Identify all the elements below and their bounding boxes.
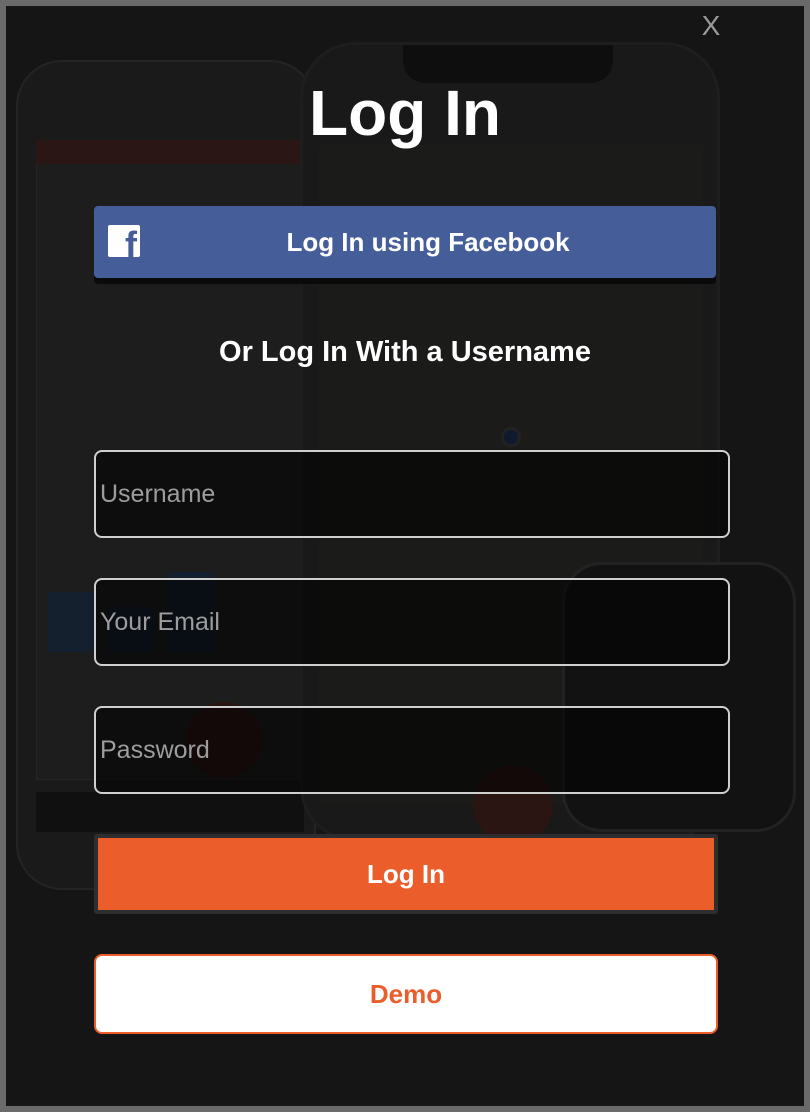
email-input[interactable] [94,578,730,666]
demo-button[interactable]: Demo [94,954,718,1034]
background-app-screenshots [6,6,804,1106]
close-button[interactable]: X [696,8,726,44]
facebook-login-label: Log In using Facebook [286,226,570,257]
page-title: Log In [309,77,501,149]
login-modal: X Log In f Log In using Facebook Or Log … [6,6,804,1106]
password-input[interactable] [94,706,730,794]
username-input[interactable] [94,450,730,538]
login-button[interactable]: Log In [94,834,718,914]
username-login-heading: Or Log In With a Username [219,336,591,368]
facebook-icon: f [108,225,140,257]
facebook-login-button[interactable]: f Log In using Facebook [94,206,716,278]
